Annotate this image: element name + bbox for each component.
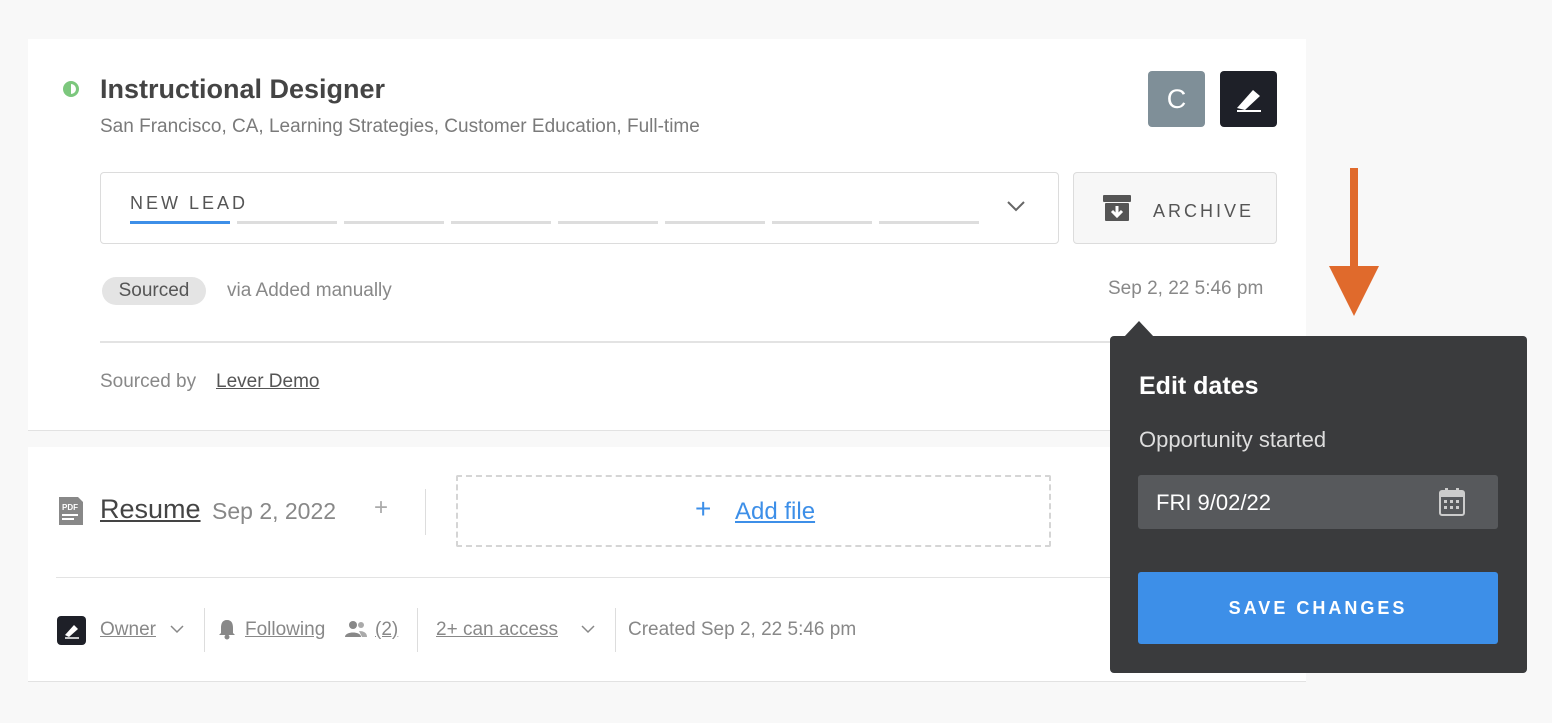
- created-date: Created Sep 2, 22 5:46 pm: [628, 619, 857, 640]
- sourced-by-link[interactable]: Lever Demo: [216, 371, 320, 393]
- pen-avatar-icon[interactable]: [1220, 71, 1277, 127]
- resume-link[interactable]: Resume: [100, 494, 201, 525]
- date-field-label: Opportunity started: [1139, 427, 1327, 452]
- add-resume-icon[interactable]: +: [374, 494, 388, 522]
- job-subtitle: San Francisco, CA, Learning Strategies, …: [100, 116, 700, 137]
- add-file-dropzone[interactable]: + Add file: [456, 475, 1051, 547]
- owner-dropdown[interactable]: Owner: [100, 619, 156, 641]
- divider: [204, 608, 205, 652]
- calendar-icon[interactable]: [1438, 487, 1466, 517]
- stage-label: NEW LEAD: [130, 193, 249, 213]
- chevron-down-icon: [581, 625, 595, 634]
- stage-progress-segment: [237, 221, 337, 224]
- status-icon: [63, 81, 79, 97]
- people-icon: [345, 621, 367, 637]
- stage-progress-segment: [344, 221, 444, 224]
- pdf-icon: PDF: [59, 497, 83, 525]
- sourced-by-label: Sourced by: [100, 371, 197, 392]
- opportunity-date[interactable]: Sep 2, 22 5:46 pm: [1108, 278, 1263, 300]
- chevron-down-icon: [1007, 201, 1025, 212]
- annotation-arrow-icon: [1329, 168, 1379, 316]
- svg-text:PDF: PDF: [62, 503, 78, 512]
- chevron-down-icon: [170, 625, 184, 634]
- divider: [425, 489, 426, 535]
- avatar[interactable]: C: [1148, 71, 1205, 127]
- job-title: Instructional Designer: [100, 74, 386, 104]
- popover-title: Edit dates: [1139, 372, 1259, 400]
- stage-progress-segment: [665, 221, 765, 224]
- divider: [56, 577, 1116, 578]
- stage-progress-segment: [130, 221, 230, 224]
- stage-progress-segment: [451, 221, 551, 224]
- plus-icon: +: [695, 493, 712, 524]
- popover-caret: [1124, 321, 1154, 337]
- add-file-link[interactable]: Add file: [735, 498, 815, 526]
- bell-icon: [219, 620, 235, 640]
- stage-progress-segment: [772, 221, 872, 224]
- divider: [417, 608, 418, 652]
- source-tag: Sourced: [102, 277, 206, 305]
- save-changes-button[interactable]: SAVE CHANGES: [1138, 572, 1498, 644]
- stage-progress-segment: [558, 221, 658, 224]
- resume-date: Sep 2, 2022: [212, 498, 337, 524]
- divider: [100, 341, 1130, 343]
- archive-button[interactable]: ARCHIVE: [1073, 172, 1277, 244]
- archive-icon: [1103, 195, 1131, 221]
- followers-count[interactable]: (2): [375, 619, 398, 641]
- access-dropdown[interactable]: 2+ can access: [436, 619, 558, 641]
- source-via: via Added manually: [227, 280, 392, 301]
- archive-label: ARCHIVE: [1153, 201, 1255, 221]
- following-toggle[interactable]: Following: [245, 619, 325, 641]
- date-value: FRI 9/02/22: [1156, 490, 1271, 515]
- stage-dropdown[interactable]: NEW LEAD: [100, 172, 1059, 244]
- divider: [615, 608, 616, 652]
- stage-progress-segment: [879, 221, 979, 224]
- owner-avatar-icon: [57, 616, 86, 645]
- opportunity-start-date-field[interactable]: FRI 9/02/22: [1138, 475, 1498, 529]
